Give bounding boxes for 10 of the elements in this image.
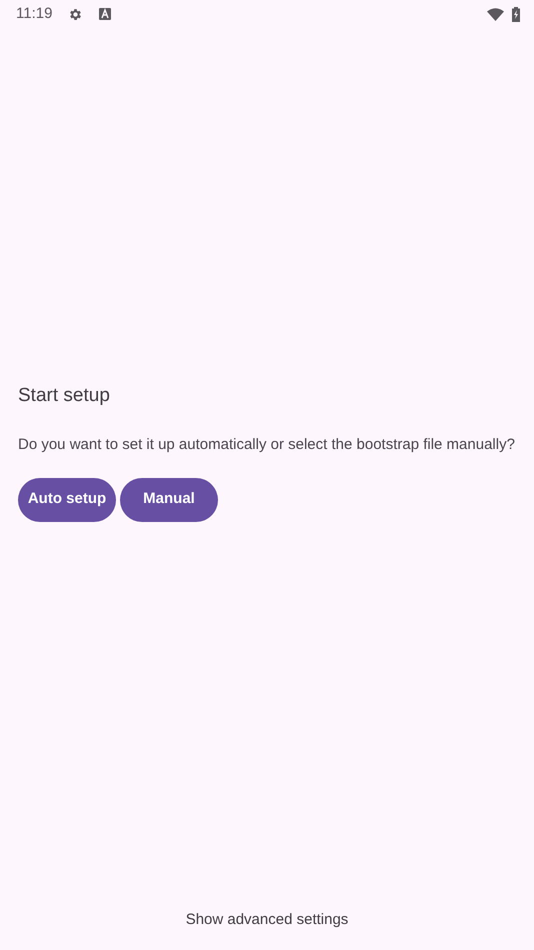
action-button[interactable]: Manual [120, 478, 218, 522]
wifi-icon [487, 8, 504, 20]
advanced-settings-link[interactable]: Show advanced settings [186, 910, 348, 928]
setup-question: Do you want to set it up automatically or select the bootstrap file manually? [18, 434, 516, 454]
action-button[interactable]: Auto setup [18, 478, 116, 522]
dialog-title: Start setup [18, 384, 111, 408]
battery-icon [512, 6, 520, 22]
font-icon [99, 8, 112, 20]
gear-icon [68, 6, 84, 22]
status-time: 11:19 [16, 4, 52, 24]
